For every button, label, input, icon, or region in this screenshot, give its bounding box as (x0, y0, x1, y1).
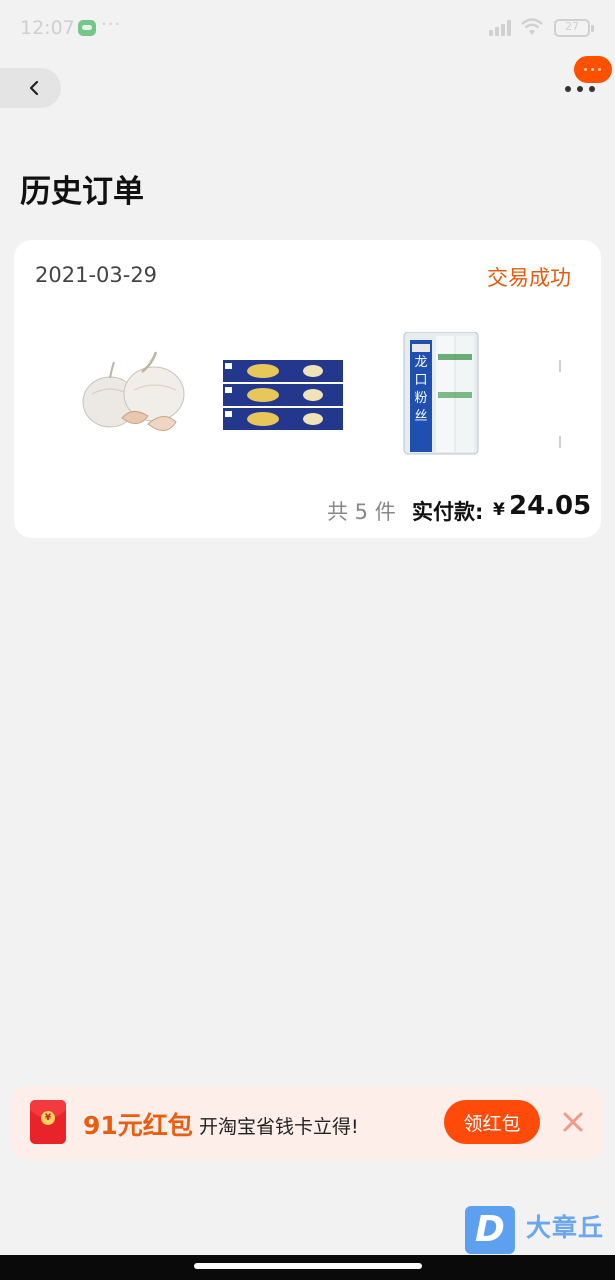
signal-icon (489, 20, 513, 36)
red-packet-icon: ¥ (30, 1100, 66, 1144)
promo-text: 开淘宝省钱卡立得! (199, 1116, 359, 1138)
svg-text:龙: 龙 (414, 355, 427, 370)
battery-level: 27 (565, 20, 579, 33)
home-indicator[interactable] (194, 1263, 422, 1269)
watermark-text: 大章丘 (526, 1213, 605, 1242)
close-icon[interactable] (562, 1111, 584, 1133)
svg-text:丝: 丝 (414, 409, 427, 424)
promo-amount: 91元红包 (83, 1111, 193, 1140)
paid-amount: 24.05 (509, 491, 592, 521)
more-button[interactable] (560, 56, 612, 96)
page-title: 历史订单 (20, 174, 144, 210)
svg-text:粉: 粉 (414, 391, 427, 406)
message-badge (574, 56, 612, 83)
order-status: 交易成功 (487, 266, 571, 290)
garlic-image[interactable] (72, 332, 196, 456)
wifi-icon (521, 18, 543, 35)
spaghetti-image[interactable] (221, 332, 345, 456)
order-date: 2021-03-29 (35, 263, 158, 287)
battery-icon: 27 (554, 19, 594, 37)
paid-label: 实付款: (412, 500, 484, 524)
notification-dots: ··· (101, 14, 122, 35)
wechat-icon (78, 20, 96, 36)
vermicelli-image[interactable]: 龙 口 粉 丝 (390, 332, 514, 456)
order-card[interactable]: 2021-03-29 交易成功 龙 口 粉 丝 共 5 件 实付款: ¥ 24.… (14, 240, 601, 538)
watermark-logo: D (465, 1206, 515, 1254)
order-item-count: 共 5 件 (327, 500, 396, 524)
chevron-left-icon (29, 80, 39, 96)
svg-text:口: 口 (414, 373, 427, 388)
status-bar: 12:07 ··· 27 (0, 0, 615, 56)
gesture-bar (0, 1255, 615, 1280)
claim-red-packet-button[interactable]: 领红包 (444, 1100, 540, 1144)
status-time: 12:07 (20, 17, 75, 39)
promo-banner[interactable]: ¥ 91元红包 开淘宝省钱卡立得! 领红包 (11, 1086, 604, 1159)
currency-symbol: ¥ (493, 500, 505, 520)
back-button[interactable] (0, 68, 61, 108)
product-image-partial (559, 360, 565, 450)
